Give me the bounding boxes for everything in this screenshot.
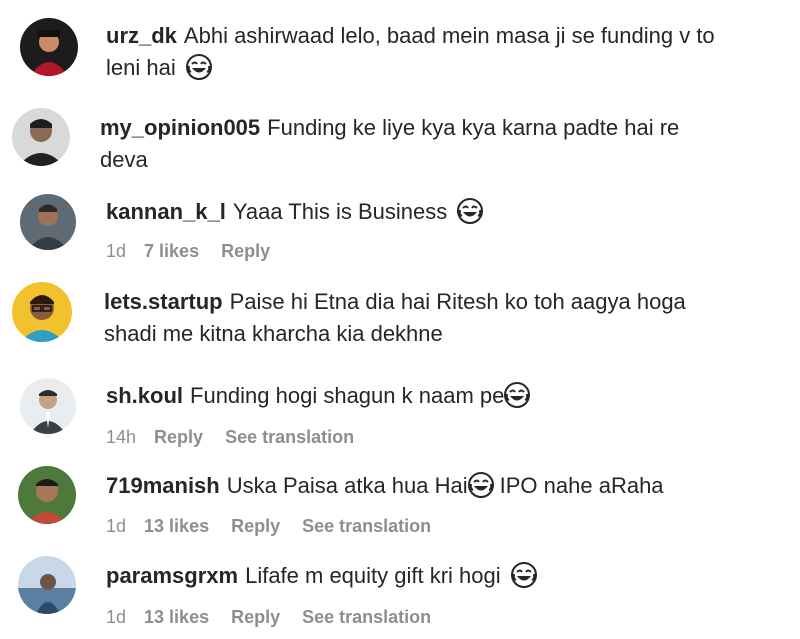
comment-meta: 1d 13 likes Reply See translation <box>106 607 453 628</box>
likes-count[interactable]: 7 likes <box>144 241 199 261</box>
likes-count[interactable]: 13 likes <box>144 516 209 536</box>
reply-button[interactable]: Reply <box>221 241 270 261</box>
comment-text: Yaaa This is Business <box>232 199 448 224</box>
comment-text: Uska Paisa atka hua Hai <box>226 473 468 498</box>
comment-meta: 14h Reply See translation <box>106 427 376 448</box>
joy-emoji-icon <box>185 54 212 80</box>
avatar[interactable] <box>18 466 76 524</box>
comment-text-cont: shadi me kitna kharcha kia dekhne <box>104 321 443 346</box>
comment-text: Funding ke liye kya kya karna padte hai … <box>267 115 680 140</box>
reply-button[interactable]: Reply <box>154 427 203 447</box>
comment-text-cont: leni hai <box>106 55 176 80</box>
avatar[interactable] <box>18 556 76 614</box>
joy-emoji-icon <box>504 382 531 408</box>
comment-username[interactable]: lets.startup <box>104 289 223 314</box>
joy-emoji-icon <box>457 198 484 224</box>
avatar[interactable] <box>12 282 72 342</box>
reply-button[interactable]: Reply <box>231 607 280 627</box>
comment-timestamp: 14h <box>106 427 137 447</box>
comment-timestamp: 1d <box>106 607 127 627</box>
comment-text: Paise hi Etna dia hai Ritesh ko toh aagy… <box>229 289 686 314</box>
see-translation-button[interactable]: See translation <box>225 427 354 447</box>
comment-username[interactable]: kannan_k_l <box>106 199 226 224</box>
reply-button[interactable]: Reply <box>231 516 280 536</box>
comment-username[interactable]: sh.koul <box>106 383 183 408</box>
avatar[interactable] <box>20 18 78 76</box>
comment-text: Lifafe m equity gift kri hogi <box>245 563 501 588</box>
likes-count[interactable]: 13 likes <box>144 607 209 627</box>
avatar[interactable] <box>12 108 70 166</box>
comment-username[interactable]: paramsgrxm <box>106 563 238 588</box>
comment-username[interactable]: 719manish <box>106 473 220 498</box>
comment-text-cont: deva <box>100 147 148 172</box>
see-translation-button[interactable]: See translation <box>302 516 431 536</box>
avatar[interactable] <box>20 194 76 250</box>
comment-username[interactable]: my_opinion005 <box>100 115 260 140</box>
comment-text: Abhi ashirwaad lelo, baad mein masa ji s… <box>183 23 715 48</box>
comment-timestamp: 1d <box>106 241 127 261</box>
joy-emoji-icon <box>510 562 537 588</box>
joy-emoji-icon <box>467 472 494 498</box>
comment-meta: 1d 13 likes Reply See translation <box>106 516 453 537</box>
see-translation-button[interactable]: See translation <box>302 607 431 627</box>
comment-timestamp: 1d <box>106 516 127 536</box>
comment-username[interactable]: urz_dk <box>106 23 177 48</box>
comment-text: Funding hogi shagun k naam pe <box>190 383 505 408</box>
comment-meta: 1d 7 likes Reply <box>106 241 292 262</box>
comment-text-after: IPO nahe aRaha <box>499 473 664 498</box>
avatar[interactable] <box>20 378 76 434</box>
